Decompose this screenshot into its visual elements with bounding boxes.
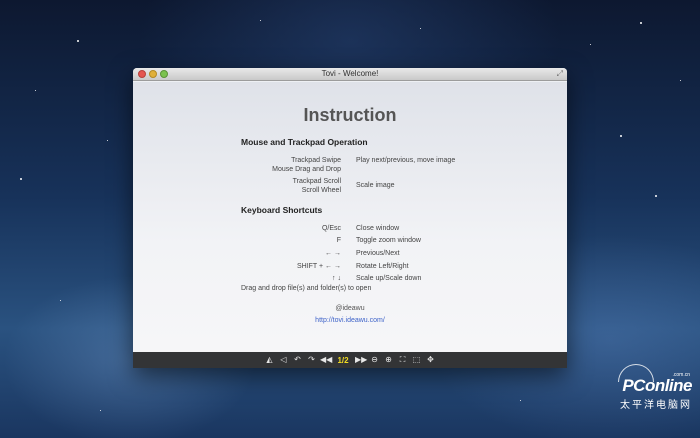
shortcut-key: F [336, 237, 341, 244]
star [107, 140, 108, 141]
star [260, 20, 261, 21]
star [640, 22, 642, 24]
star [420, 28, 421, 29]
fullscreen-icon[interactable]: ✥ [425, 352, 436, 368]
rotate-right-icon[interactable]: ↷ [306, 352, 317, 368]
shortcut-key: SHIFT + ← → [296, 263, 341, 270]
star [590, 44, 591, 45]
rotate-left-icon[interactable]: ↶ [292, 352, 303, 368]
page-title: Instruction [303, 105, 397, 125]
website-link[interactable]: http://tovi.ideawu.com/ [133, 317, 567, 324]
mouse-section-title: Mouse and Trackpad Operation [241, 137, 368, 147]
watermark-domain: .com.cn [672, 372, 690, 378]
author-credit: @ideawu [335, 305, 365, 312]
star [100, 410, 101, 411]
watermark: PConline .com.cn 太平洋电脑网 [580, 364, 692, 411]
mouse-row-desc: Play next/previous, move image [356, 157, 456, 164]
shortcut-key: ↑ ↓ [332, 275, 341, 282]
shortcut-desc: Close window [356, 225, 400, 232]
app-window: Tovi - Welcome! ⤢ Instruction Mouse and … [133, 68, 567, 368]
bottom-toolbar: ◭ ◁ ↶ ↷ ◀◀ 1/2 ▶▶ ⊖ ⊕ ⛶ ⬚ ✥ [133, 352, 567, 368]
instruction-panel: Instruction Mouse and Trackpad Operation… [133, 82, 567, 352]
shortcut-desc: Toggle zoom window [356, 237, 421, 244]
mouse-row-label: Trackpad Swipe Mouse Drag and Drop [272, 157, 341, 173]
star [520, 400, 521, 401]
previous-icon[interactable]: ◀◀ [320, 352, 332, 368]
star [20, 178, 22, 180]
keyboard-section-title: Keyboard Shortcuts [241, 205, 323, 215]
drag-drop-note: Drag and drop file(s) and folder(s) to o… [241, 285, 372, 292]
flip-vertical-icon[interactable]: ◁ [278, 352, 289, 368]
watermark-chinese: 太平洋电脑网 [620, 400, 692, 411]
titlebar[interactable]: Tovi - Welcome! ⤢ [133, 68, 567, 81]
actual-size-icon[interactable]: ⬚ [411, 352, 422, 368]
flip-horizontal-icon[interactable]: ◭ [264, 352, 275, 368]
shortcut-desc: Previous/Next [356, 250, 400, 257]
zoom-out-icon[interactable]: ⊖ [369, 352, 380, 368]
star [77, 40, 79, 42]
fit-window-icon[interactable]: ⛶ [397, 352, 408, 368]
page-indicator: 1/2 [337, 355, 349, 365]
fullscreen-toggle-icon[interactable]: ⤢ [557, 70, 563, 78]
watermark-brand: PConline [622, 376, 692, 395]
window-title: Tovi - Welcome! [321, 69, 379, 78]
star [680, 80, 681, 81]
mouse-row-label: Trackpad Scroll Scroll Wheel [292, 178, 341, 194]
star [620, 135, 622, 137]
shortcut-key: ← → [325, 250, 341, 257]
shortcut-key: Q/Esc [321, 225, 341, 232]
star [60, 300, 61, 301]
shortcut-desc: Scale up/Scale down [356, 275, 422, 282]
star [35, 90, 36, 91]
next-icon[interactable]: ▶▶ [355, 352, 367, 368]
shortcut-desc: Rotate Left/Right [356, 263, 409, 270]
star [655, 195, 657, 197]
zoom-in-icon[interactable]: ⊕ [383, 352, 394, 368]
mouse-row-desc: Scale image [356, 182, 395, 189]
